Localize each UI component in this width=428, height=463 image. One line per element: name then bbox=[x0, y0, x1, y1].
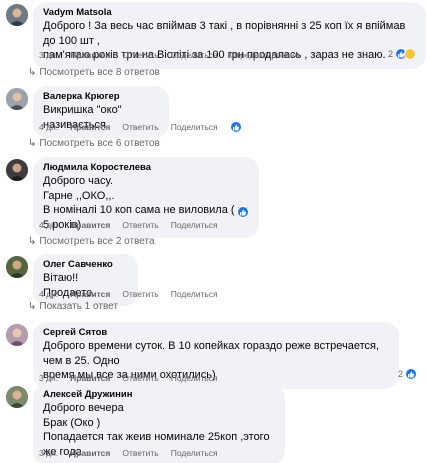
like-reaction-icon[interactable] bbox=[229, 121, 242, 133]
comment: Сергей Сятов Доброго времени суток. В 10… bbox=[6, 320, 424, 389]
comment-text-line: Доброго вечера bbox=[43, 402, 124, 414]
view-replies-label: Показать 1 ответ bbox=[39, 301, 118, 312]
comment-author[interactable]: Валерка Крюгер bbox=[43, 91, 159, 103]
reply-arrow-icon: ↳ bbox=[28, 67, 37, 78]
like-button[interactable]: Нравится bbox=[70, 122, 110, 132]
comment-author[interactable]: Алексей Дружинин bbox=[43, 389, 275, 401]
comment-time[interactable]: 4 дн. bbox=[39, 122, 58, 132]
comment-text-line: Доброго времени суток. В 10 копейках гор… bbox=[43, 340, 380, 367]
reply-button[interactable]: Ответить bbox=[122, 122, 158, 132]
comment-actions: 4 дн. Нравится Ответить Поделиться bbox=[39, 220, 230, 230]
reaction-count[interactable] bbox=[237, 206, 249, 218]
comment: Vadym Matsola Доброго ! За весь час впій… bbox=[6, 0, 426, 82]
comment: Олег Савченко Вітаю!! Продаете. 4 дн. Нр… bbox=[6, 252, 424, 316]
avatar[interactable] bbox=[6, 386, 28, 408]
reply-button[interactable]: Ответить bbox=[122, 448, 158, 458]
comment-text-line: Гарне ,,ОКО,,. bbox=[43, 189, 115, 202]
view-replies-label: Посмотреть все 6 ответов bbox=[39, 138, 160, 149]
comment-text-line: Доброго ! За весь час впіймав 3 такі , в… bbox=[43, 20, 406, 47]
reply-button[interactable]: Ответить bbox=[122, 289, 158, 299]
reaction-number: 2 bbox=[388, 49, 394, 59]
share-button[interactable]: Поделиться bbox=[171, 122, 218, 132]
comment-actions: 3 дн. Нравится Ответить Поделиться bbox=[39, 448, 230, 458]
comment-author[interactable]: Людмила Коростелева bbox=[43, 162, 249, 174]
avatar[interactable] bbox=[6, 4, 28, 26]
comment-time[interactable]: 3 дн. bbox=[39, 448, 58, 458]
reply-arrow-icon: ↳ bbox=[28, 301, 37, 312]
comment: Валерка Крюгер Викришка "око" називаєтьс… bbox=[6, 84, 424, 150]
like-reaction-icon bbox=[237, 206, 249, 218]
comment-author[interactable]: Сергей Сятов bbox=[43, 327, 389, 339]
like-button[interactable]: Нравится bbox=[70, 289, 110, 299]
comment-text-line: Брак (Око ) bbox=[43, 416, 101, 429]
like-button[interactable]: Нравится bbox=[70, 50, 110, 60]
share-button[interactable]: Поделиться bbox=[171, 220, 218, 230]
view-replies-link[interactable]: ↳ Посмотреть все 2 ответа bbox=[28, 236, 155, 247]
like-button[interactable]: Нравится bbox=[70, 220, 110, 230]
reply-arrow-icon: ↳ bbox=[28, 236, 37, 247]
comment-actions: 4 дн. Нравится Ответить Поделиться bbox=[39, 289, 230, 299]
view-replies-label: Посмотреть все 2 ответа bbox=[39, 236, 155, 247]
laugh-reaction-icon bbox=[404, 48, 417, 60]
like-button[interactable]: Нравится bbox=[70, 448, 110, 458]
view-replies-label: Посмотреть все 8 ответов bbox=[39, 67, 160, 78]
avatar[interactable] bbox=[6, 324, 28, 346]
comment: Людмила Коростелева Доброго часу. Гарне … bbox=[6, 155, 424, 247]
comment-time[interactable]: 4 дн. bbox=[39, 220, 58, 230]
view-replies-link[interactable]: ↳ Посмотреть все 8 ответов bbox=[28, 67, 160, 78]
view-replies-link[interactable]: ↳ Посмотреть все 6 ответов bbox=[28, 138, 160, 149]
view-replies-link[interactable]: ↳ Показать 1 ответ bbox=[28, 301, 118, 312]
comment-author[interactable]: Олег Савченко bbox=[43, 259, 128, 271]
reaction-count[interactable]: 2 bbox=[398, 368, 418, 380]
comment-actions: 4 дн. Нравится Ответить Поделиться bbox=[39, 121, 254, 133]
reply-button[interactable]: Ответить bbox=[122, 50, 158, 60]
comment-author[interactable]: Vadym Matsola bbox=[43, 7, 416, 19]
share-button[interactable]: Поделиться bbox=[171, 448, 218, 458]
like-reaction-icon bbox=[405, 368, 418, 380]
share-button[interactable]: Поделиться bbox=[171, 289, 218, 299]
share-button[interactable]: Поделиться bbox=[171, 50, 218, 60]
avatar[interactable] bbox=[6, 159, 28, 181]
reply-arrow-icon: ↳ bbox=[28, 138, 37, 149]
avatar[interactable] bbox=[6, 88, 28, 110]
reaction-number: 2 bbox=[398, 369, 404, 379]
reaction-count[interactable]: 2 bbox=[388, 48, 417, 60]
comment-actions: 3 дн. Нравится Ответить Поделиться Отред… bbox=[39, 50, 312, 60]
avatar[interactable] bbox=[6, 256, 28, 278]
comment-text-line: Доброго часу. bbox=[43, 175, 113, 187]
edited-label: Отредактировано bbox=[229, 50, 300, 60]
comment: Алексей Дружинин Доброго вечера Брак (Ок… bbox=[6, 382, 424, 463]
comment-time[interactable]: 3 дн. bbox=[39, 50, 58, 60]
reply-button[interactable]: Ответить bbox=[122, 220, 158, 230]
comment-time[interactable]: 4 дн. bbox=[39, 289, 58, 299]
